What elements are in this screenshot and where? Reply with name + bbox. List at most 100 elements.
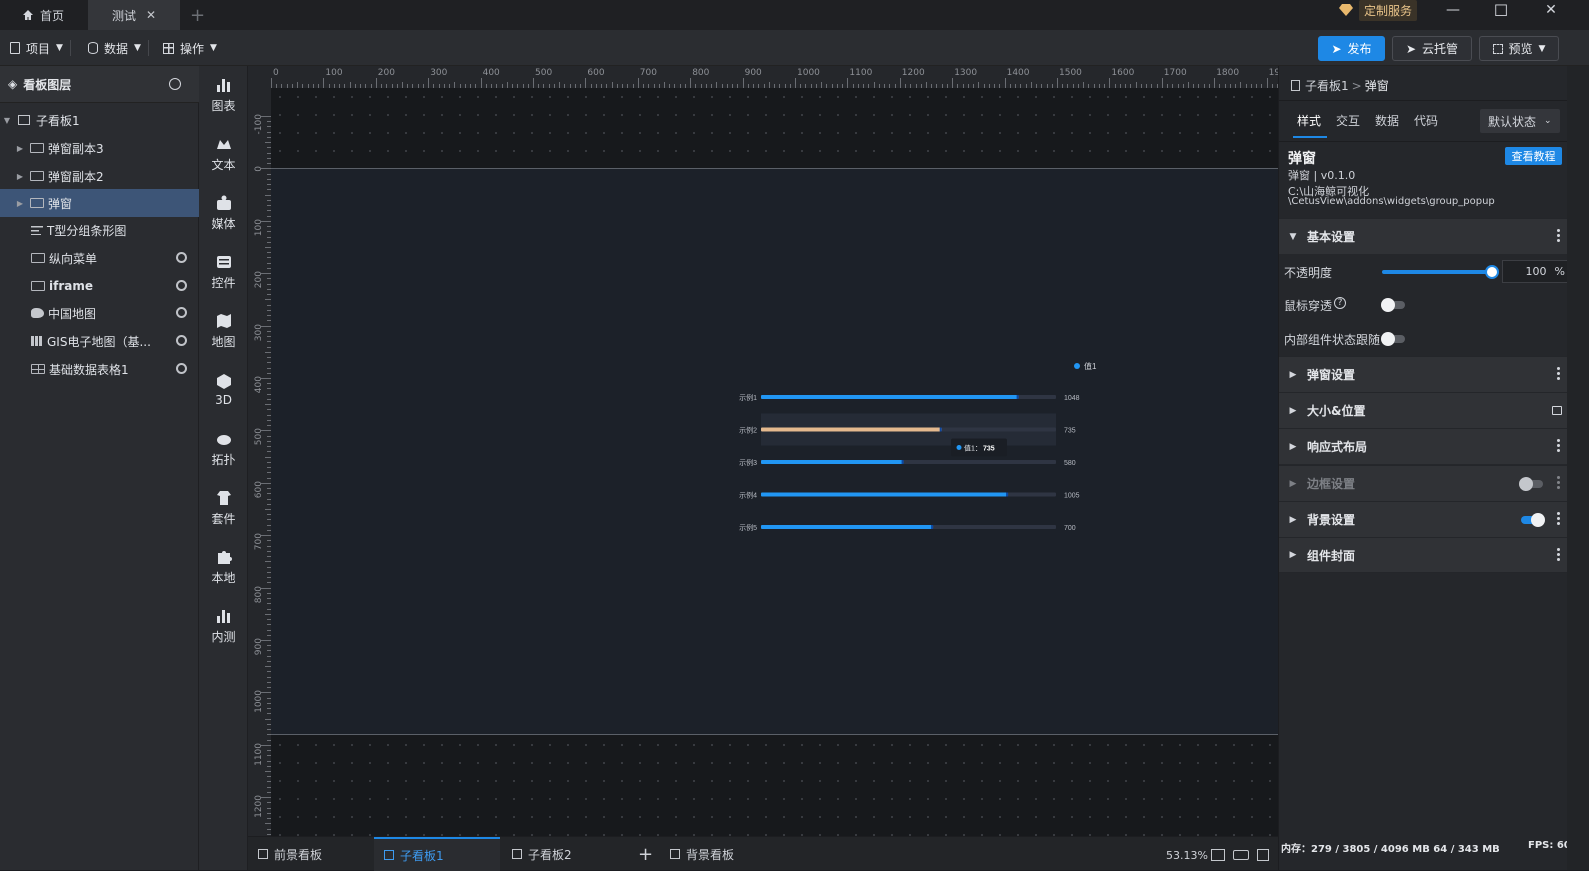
close-tab-icon[interactable]: ✕: [146, 8, 156, 22]
layer-label: 中国地图: [48, 306, 97, 321]
control-icon: [216, 255, 231, 268]
category-label: 示例3: [739, 458, 757, 467]
menu-data[interactable]: 数据 ▼: [88, 38, 149, 58]
background-toggle[interactable]: [1521, 513, 1545, 527]
layer-popup-copy-2[interactable]: ▶ 弹窗副本2: [0, 162, 199, 190]
opacity-slider[interactable]: [1382, 270, 1492, 274]
comp-text[interactable]: 文本: [199, 129, 248, 179]
comp-local[interactable]: 本地: [199, 542, 248, 592]
comp-topology[interactable]: 拓扑: [199, 424, 248, 474]
comp-media[interactable]: 媒体: [199, 188, 248, 238]
opacity-slider-knob[interactable]: [1485, 265, 1499, 279]
layer-vertical-menu[interactable]: 纵向菜单: [0, 244, 199, 272]
t-bar-chart[interactable]: 值1示例1 1048示例2 735示例3 580示例4 1005示例5 700值1： 735: [271, 169, 1278, 736]
maximize-button[interactable]: ☐: [1476, 0, 1526, 20]
tab-style[interactable]: 样式: [1297, 112, 1321, 129]
menu-operation[interactable]: 操作 ▼: [163, 38, 217, 58]
tab-sub-board-2[interactable]: 子看板2: [502, 837, 626, 871]
ruler-vertical[interactable]: -100 0 100 200 300 400 500 600 700 800 900 1000 1100…: [248, 88, 271, 836]
layer-china-map[interactable]: 中国地图: [0, 299, 199, 327]
state-select[interactable]: 默认状态 ⌄: [1480, 109, 1560, 133]
more-icon[interactable]: [1557, 439, 1560, 452]
comp-beta[interactable]: 内测: [199, 601, 248, 651]
help-icon[interactable]: ?: [1334, 297, 1346, 309]
comp-3d[interactable]: 3D: [199, 365, 248, 415]
ruler-tick: [1214, 78, 1216, 88]
more-icon[interactable]: [1557, 512, 1560, 525]
tab-code[interactable]: 代码: [1414, 112, 1438, 129]
mouse-through-toggle[interactable]: [1381, 298, 1405, 312]
layer-popup-copy-3[interactable]: ▶ 弹窗副本3: [0, 134, 199, 162]
zoom-level[interactable]: 53.13%: [1166, 849, 1208, 862]
cloud-host-button[interactable]: ➤ 云托管: [1392, 36, 1472, 61]
add-board-button[interactable]: +: [628, 837, 660, 871]
layer-basic-table[interactable]: 基础数据表格1: [0, 355, 199, 383]
section-border-settings[interactable]: ▶ 边框设置: [1279, 465, 1568, 501]
comp-suite[interactable]: 套件: [199, 483, 248, 533]
section-basic-settings[interactable]: ▼ 基本设置: [1279, 218, 1568, 254]
section-popup-settings[interactable]: ▶ 弹窗设置: [1279, 356, 1568, 392]
comp-control[interactable]: 控件: [199, 247, 248, 297]
section-responsive-layout[interactable]: ▶ 响应式布局: [1279, 428, 1568, 464]
main-toolbar: 项目 ▼ 数据 ▼ 操作 ▼ ➤ 发布 ➤ 云托管 预览 ▼: [0, 30, 1589, 66]
layer-iframe[interactable]: iframe: [0, 272, 199, 300]
collapse-icon[interactable]: [1257, 849, 1269, 861]
layer-t-bar-chart[interactable]: T型分组条形图: [0, 216, 199, 244]
custom-service-button[interactable]: 定制服务: [1339, 0, 1423, 21]
comp-label: 本地: [211, 570, 236, 585]
tab-foreground-board[interactable]: 前景看板: [248, 837, 372, 871]
eye-hidden-icon[interactable]: [176, 363, 187, 374]
expand-arrow-icon[interactable]: ▶: [15, 199, 25, 208]
section-size-position[interactable]: ▶ 大小&位置: [1279, 392, 1568, 428]
layer-popup-selected[interactable]: ▶ 弹窗: [0, 189, 199, 217]
cube-icon: [216, 374, 231, 389]
tab-home[interactable]: 首页: [0, 0, 88, 30]
menu-project[interactable]: 项目 ▼: [10, 38, 71, 58]
close-window-button[interactable]: ✕: [1526, 0, 1576, 20]
more-icon[interactable]: [1557, 548, 1560, 561]
minimize-button[interactable]: —: [1428, 0, 1478, 20]
category-label: 示例4: [739, 491, 757, 500]
eye-hidden-icon[interactable]: [176, 280, 187, 291]
tab-interaction[interactable]: 交互: [1336, 112, 1360, 129]
view-tutorial-button[interactable]: 查看教程: [1505, 147, 1562, 165]
breadcrumb-parent[interactable]: 子看板1: [1305, 77, 1349, 94]
lock-icon[interactable]: [1552, 406, 1562, 415]
fit-screen-icon[interactable]: [1211, 849, 1225, 861]
ruler-horizontal[interactable]: 0 100 200 300 400 500 600 700 800 900 1000 1100 1200…: [271, 66, 1278, 88]
new-tab-button[interactable]: +: [190, 0, 210, 30]
ruler-label: 100: [254, 218, 264, 236]
tab-sub-board-1[interactable]: 子看板1: [374, 837, 500, 871]
layer-gis-map[interactable]: GIS电子地图（基...: [0, 327, 199, 355]
more-icon[interactable]: [1557, 476, 1560, 489]
china-map-icon: [31, 308, 44, 318]
canvas-area[interactable]: 值1 示例1 1048 示例2 735 示例3 580 示例4 1005 示例5 700 值1： 735: [271, 88, 1278, 836]
eye-hidden-icon[interactable]: [176, 252, 187, 263]
more-icon[interactable]: [1557, 229, 1560, 242]
border-toggle[interactable]: [1519, 477, 1543, 491]
inner-state-follow-toggle[interactable]: [1381, 332, 1405, 346]
publish-button[interactable]: ➤ 发布: [1318, 36, 1385, 61]
expand-arrow-icon[interactable]: ▶: [15, 172, 25, 181]
opacity-input[interactable]: 100 %: [1502, 260, 1568, 283]
comp-chart[interactable]: 图表: [199, 70, 248, 120]
search-icon[interactable]: [169, 78, 181, 90]
tab-test[interactable]: 测试 ✕: [88, 0, 180, 30]
tab-data[interactable]: 数据: [1375, 112, 1399, 129]
layers-header: ◈ 看板图层: [0, 66, 199, 103]
comp-map[interactable]: 地图: [199, 306, 248, 356]
keyboard-icon[interactable]: [1233, 850, 1249, 860]
eye-hidden-icon[interactable]: [176, 307, 187, 318]
section-component-cover[interactable]: ▶ 组件封面: [1279, 537, 1568, 573]
layer-sub-board-1[interactable]: ▼ 子看板1: [0, 106, 199, 134]
eye-hidden-icon[interactable]: [176, 335, 187, 346]
tab-background-board[interactable]: 背景看板: [660, 837, 784, 871]
preview-button[interactable]: 预览 ▼: [1479, 36, 1559, 61]
sub-board-canvas[interactable]: 值1 示例1 1048 示例2 735 示例3 580 示例4 1005 示例5 700 值1： 735: [271, 168, 1278, 735]
expand-arrow-icon[interactable]: ▼: [2, 116, 12, 125]
panel-scrollbar[interactable]: [1567, 66, 1589, 870]
section-background-settings[interactable]: ▶ 背景设置: [1279, 501, 1568, 537]
expand-arrow-icon[interactable]: ▶: [15, 144, 25, 153]
ruler-label: 500: [254, 428, 264, 446]
more-icon[interactable]: [1557, 367, 1560, 380]
